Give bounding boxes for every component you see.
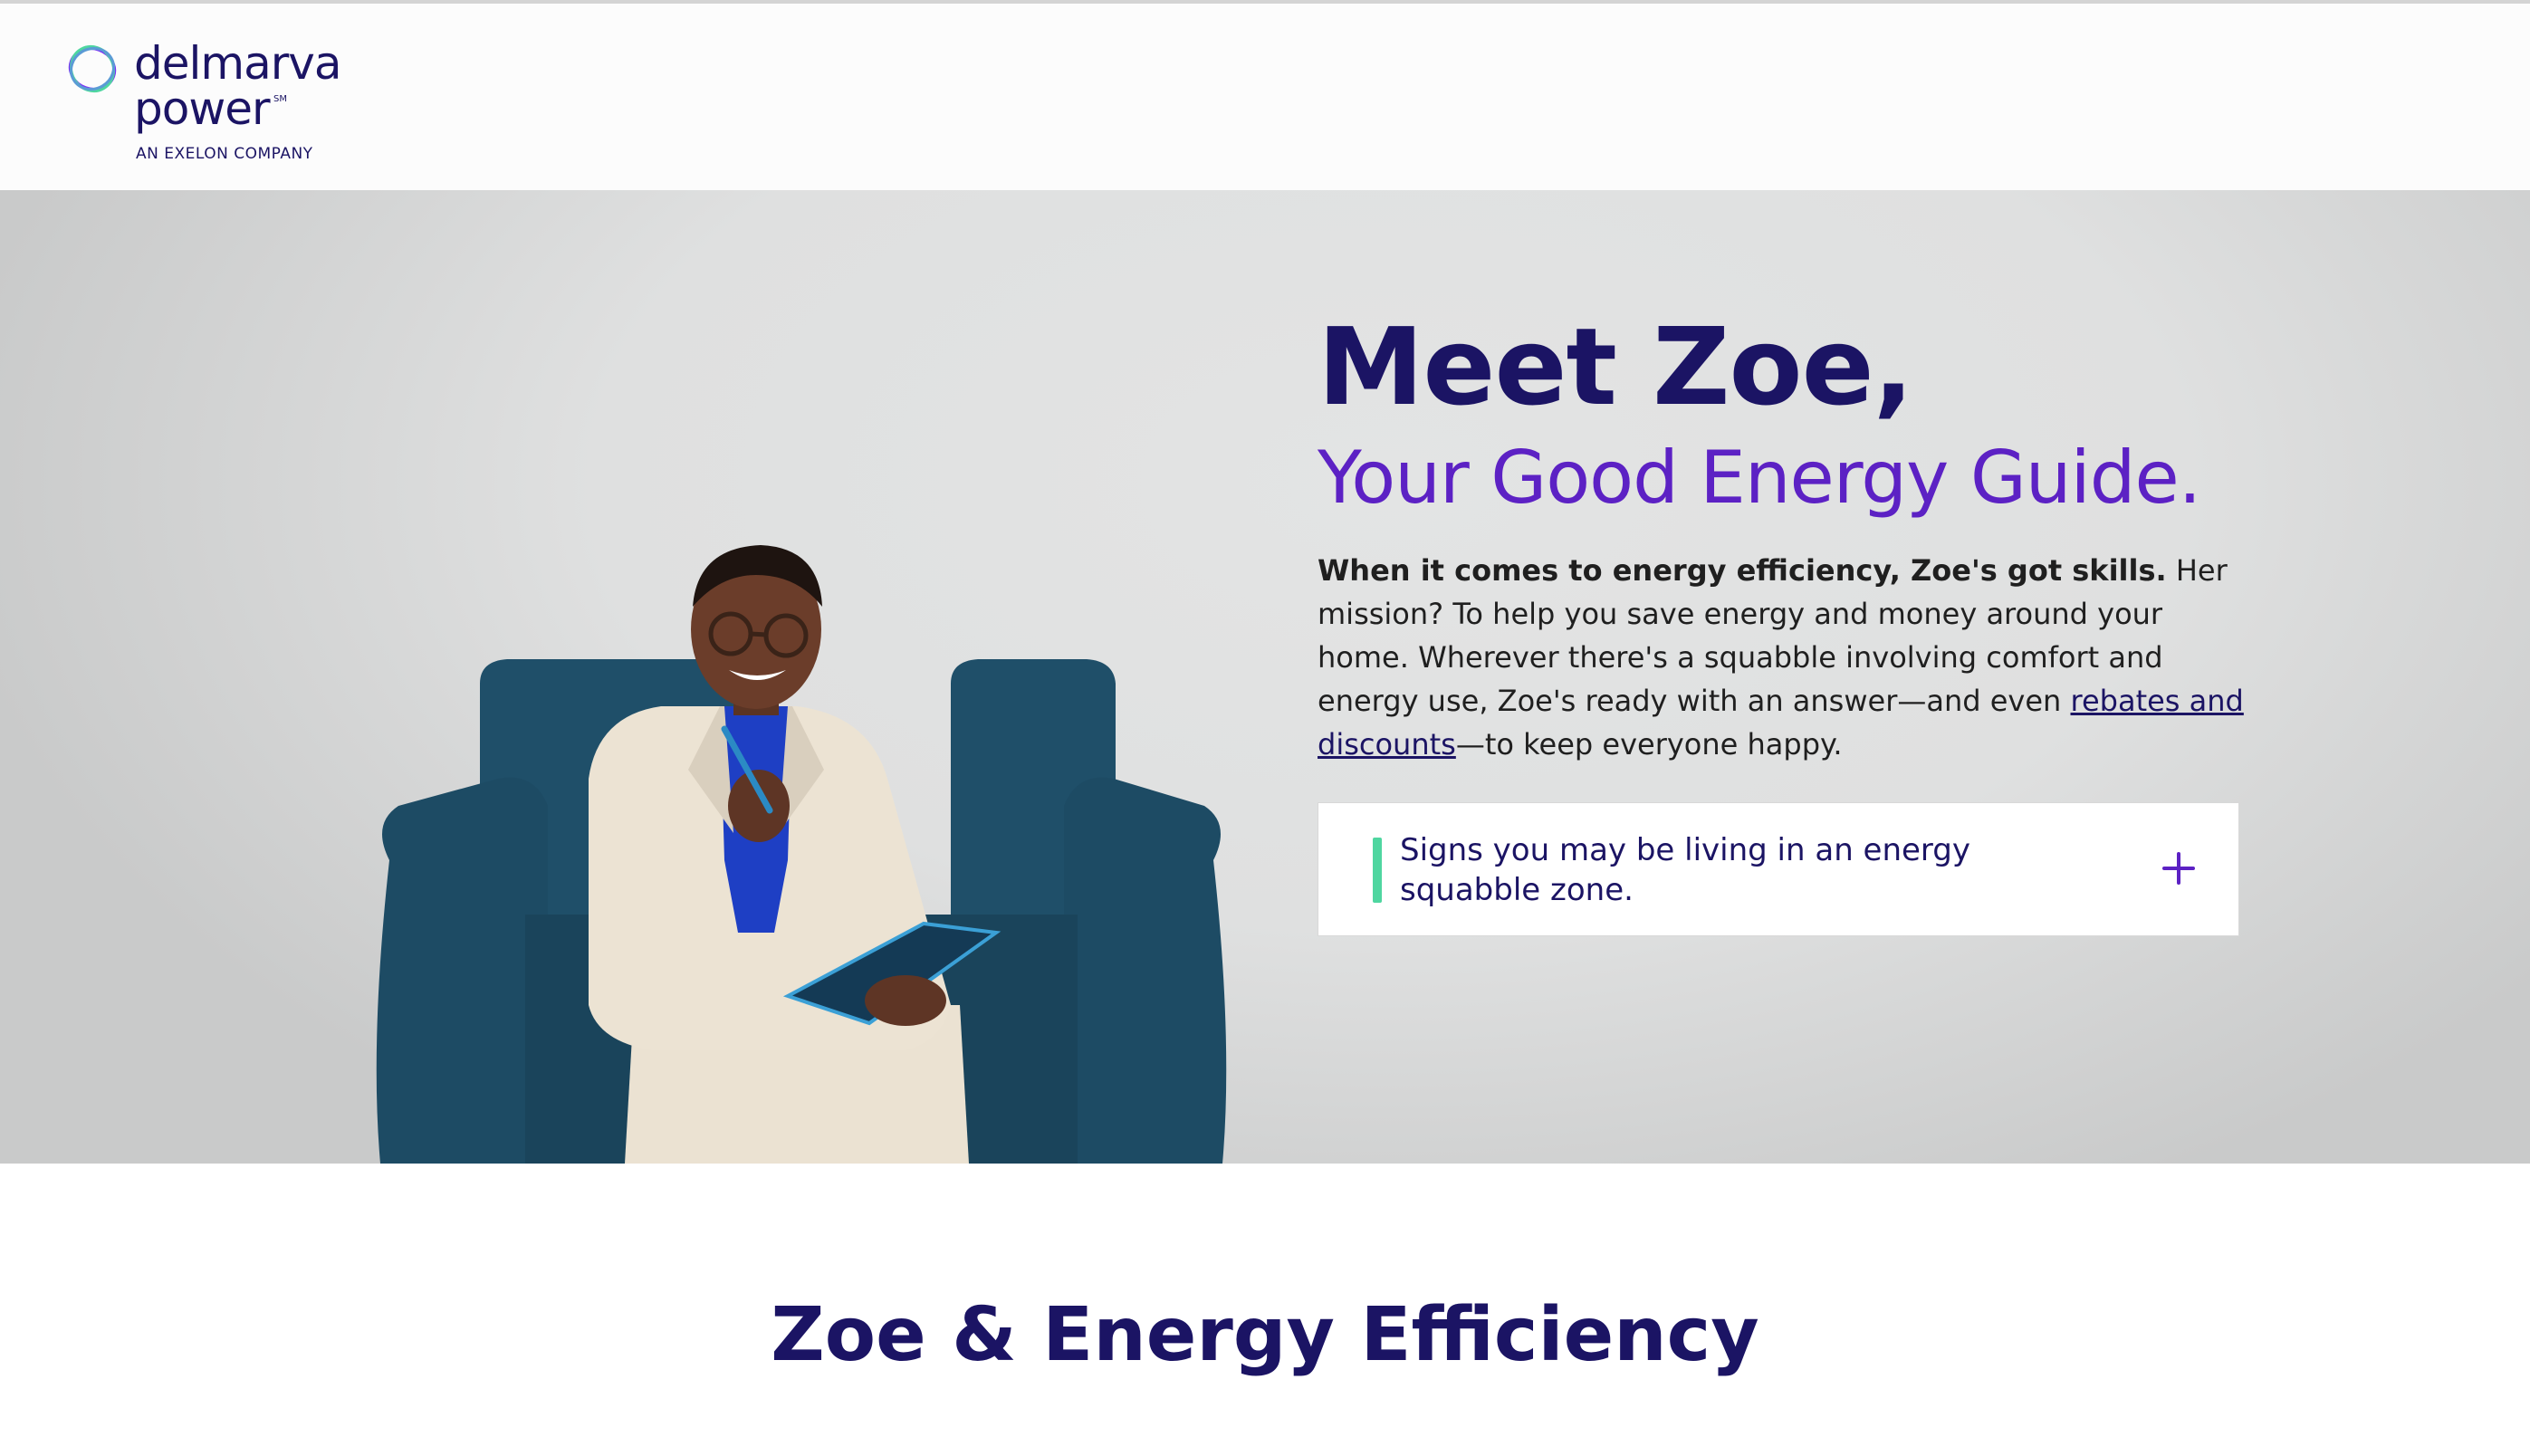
hero-description: When it comes to energy efficiency, Zoe'… <box>1318 549 2259 766</box>
logo-word-power: power <box>134 82 271 135</box>
plus-icon[interactable] <box>2151 841 2206 896</box>
hero-section: Meet Zoe, Your Good Energy Guide. When i… <box>0 190 2530 1164</box>
section-title: Zoe & Energy Efficiency <box>771 1292 1759 1378</box>
accordion-label: Signs you may be living in an energy squ… <box>1400 832 1971 908</box>
logo-word-delmarva: delmarva <box>134 37 342 90</box>
energy-squabble-accordion[interactable]: Signs you may be living in an energy squ… <box>1318 802 2239 936</box>
hero-subtitle: Your Good Energy Guide. <box>1318 436 2201 520</box>
logo-swirl-icon <box>68 44 117 93</box>
delmarva-power-logo[interactable]: delmarva power SM AN EXELON COMPANY <box>62 34 369 170</box>
logo-service-mark: SM <box>273 94 287 104</box>
zoe-portrait-image <box>376 545 1227 1164</box>
logo-tagline: AN EXELON COMPANY <box>136 145 313 163</box>
hero-title: Meet Zoe, <box>1318 304 1913 429</box>
hero-lead-bold: When it comes to energy efficiency, Zoe'… <box>1318 553 2167 588</box>
site-header: delmarva power SM AN EXELON COMPANY <box>0 4 2530 190</box>
hero-text-after-link: —to keep everyone happy. <box>1455 727 1843 762</box>
accordion-accent-bar <box>1373 838 1382 903</box>
